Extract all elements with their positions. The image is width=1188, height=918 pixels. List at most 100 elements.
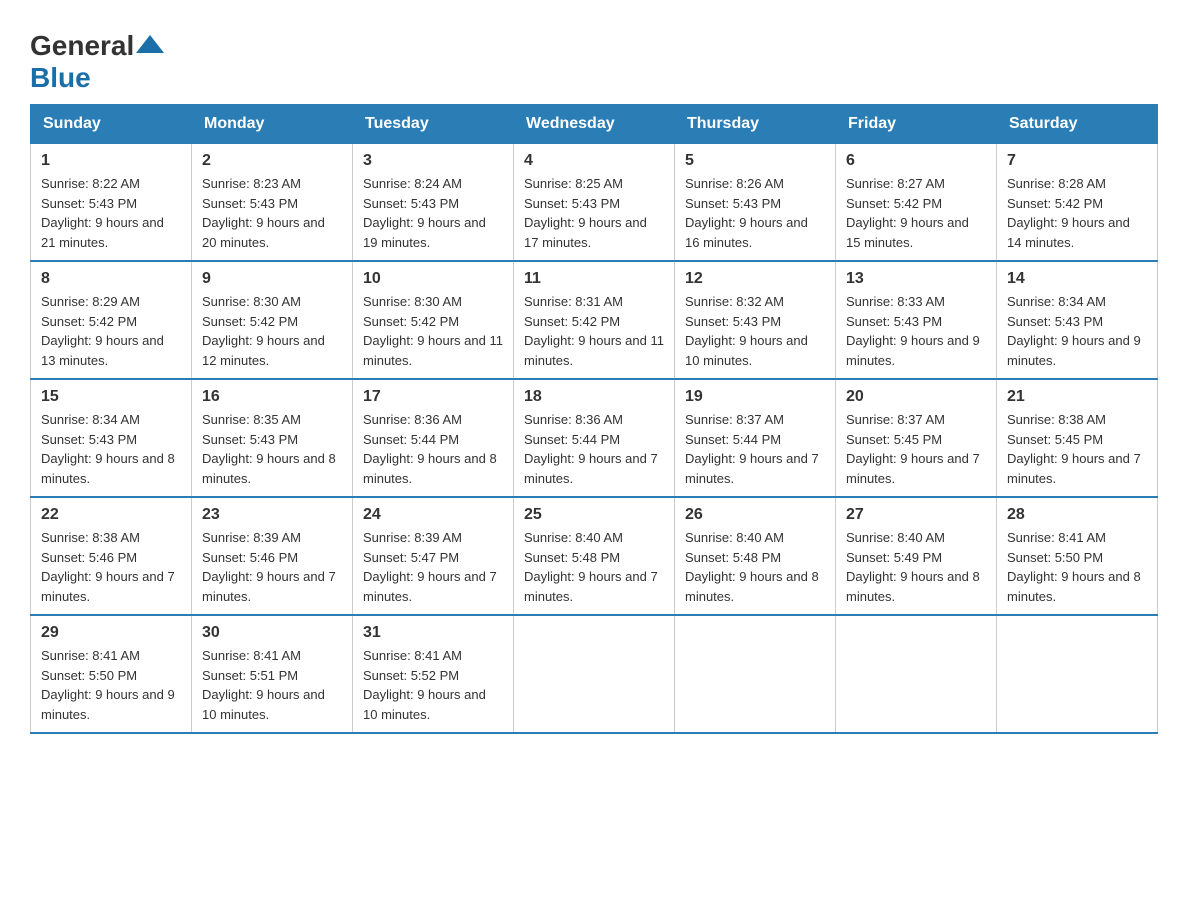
day-number: 10 [363,270,503,288]
weekday-header-wednesday: Wednesday [514,105,675,144]
calendar-cell: 7 Sunrise: 8:28 AMSunset: 5:42 PMDayligh… [997,144,1158,262]
day-number: 28 [1007,506,1147,524]
day-number: 18 [524,388,664,406]
day-info: Sunrise: 8:38 AMSunset: 5:45 PMDaylight:… [1007,412,1141,486]
logo: General [30,30,166,62]
day-number: 12 [685,270,825,288]
day-info: Sunrise: 8:41 AMSunset: 5:52 PMDaylight:… [363,648,486,722]
day-number: 11 [524,270,664,288]
day-info: Sunrise: 8:40 AMSunset: 5:48 PMDaylight:… [524,530,658,604]
day-number: 5 [685,152,825,170]
day-number: 9 [202,270,342,288]
day-info: Sunrise: 8:39 AMSunset: 5:47 PMDaylight:… [363,530,497,604]
calendar-cell: 6 Sunrise: 8:27 AMSunset: 5:42 PMDayligh… [836,144,997,262]
calendar-cell: 12 Sunrise: 8:32 AMSunset: 5:43 PMDaylig… [675,261,836,379]
calendar-week-row: 1 Sunrise: 8:22 AMSunset: 5:43 PMDayligh… [31,144,1158,262]
calendar-cell: 8 Sunrise: 8:29 AMSunset: 5:42 PMDayligh… [31,261,192,379]
calendar-cell [836,615,997,733]
weekday-header-row: SundayMondayTuesdayWednesdayThursdayFrid… [31,105,1158,144]
day-info: Sunrise: 8:28 AMSunset: 5:42 PMDaylight:… [1007,176,1130,250]
calendar-cell [514,615,675,733]
logo-triangle-icon [136,35,164,53]
weekday-header-thursday: Thursday [675,105,836,144]
day-info: Sunrise: 8:38 AMSunset: 5:46 PMDaylight:… [41,530,175,604]
day-info: Sunrise: 8:29 AMSunset: 5:42 PMDaylight:… [41,294,164,368]
calendar-cell: 30 Sunrise: 8:41 AMSunset: 5:51 PMDaylig… [192,615,353,733]
day-number: 19 [685,388,825,406]
calendar-cell: 3 Sunrise: 8:24 AMSunset: 5:43 PMDayligh… [353,144,514,262]
calendar-cell: 22 Sunrise: 8:38 AMSunset: 5:46 PMDaylig… [31,497,192,615]
day-info: Sunrise: 8:24 AMSunset: 5:43 PMDaylight:… [363,176,486,250]
day-info: Sunrise: 8:30 AMSunset: 5:42 PMDaylight:… [363,294,503,368]
day-info: Sunrise: 8:41 AMSunset: 5:50 PMDaylight:… [41,648,175,722]
day-number: 13 [846,270,986,288]
day-info: Sunrise: 8:41 AMSunset: 5:50 PMDaylight:… [1007,530,1141,604]
weekday-header-tuesday: Tuesday [353,105,514,144]
day-info: Sunrise: 8:33 AMSunset: 5:43 PMDaylight:… [846,294,980,368]
day-info: Sunrise: 8:32 AMSunset: 5:43 PMDaylight:… [685,294,808,368]
day-number: 7 [1007,152,1147,170]
calendar-cell: 29 Sunrise: 8:41 AMSunset: 5:50 PMDaylig… [31,615,192,733]
day-number: 3 [363,152,503,170]
calendar-cell: 14 Sunrise: 8:34 AMSunset: 5:43 PMDaylig… [997,261,1158,379]
calendar-cell: 28 Sunrise: 8:41 AMSunset: 5:50 PMDaylig… [997,497,1158,615]
calendar-cell: 24 Sunrise: 8:39 AMSunset: 5:47 PMDaylig… [353,497,514,615]
day-number: 21 [1007,388,1147,406]
calendar-table: SundayMondayTuesdayWednesdayThursdayFrid… [30,104,1158,734]
day-number: 23 [202,506,342,524]
day-number: 14 [1007,270,1147,288]
day-info: Sunrise: 8:22 AMSunset: 5:43 PMDaylight:… [41,176,164,250]
calendar-cell: 27 Sunrise: 8:40 AMSunset: 5:49 PMDaylig… [836,497,997,615]
day-info: Sunrise: 8:37 AMSunset: 5:44 PMDaylight:… [685,412,819,486]
calendar-cell: 17 Sunrise: 8:36 AMSunset: 5:44 PMDaylig… [353,379,514,497]
day-number: 20 [846,388,986,406]
calendar-cell [997,615,1158,733]
weekday-header-saturday: Saturday [997,105,1158,144]
day-number: 2 [202,152,342,170]
calendar-cell: 23 Sunrise: 8:39 AMSunset: 5:46 PMDaylig… [192,497,353,615]
day-number: 8 [41,270,181,288]
day-info: Sunrise: 8:35 AMSunset: 5:43 PMDaylight:… [202,412,336,486]
weekday-header-sunday: Sunday [31,105,192,144]
calendar-cell: 16 Sunrise: 8:35 AMSunset: 5:43 PMDaylig… [192,379,353,497]
day-info: Sunrise: 8:27 AMSunset: 5:42 PMDaylight:… [846,176,969,250]
day-number: 22 [41,506,181,524]
calendar-cell: 2 Sunrise: 8:23 AMSunset: 5:43 PMDayligh… [192,144,353,262]
calendar-cell: 11 Sunrise: 8:31 AMSunset: 5:42 PMDaylig… [514,261,675,379]
day-info: Sunrise: 8:30 AMSunset: 5:42 PMDaylight:… [202,294,325,368]
day-info: Sunrise: 8:36 AMSunset: 5:44 PMDaylight:… [524,412,658,486]
calendar-week-row: 22 Sunrise: 8:38 AMSunset: 5:46 PMDaylig… [31,497,1158,615]
day-info: Sunrise: 8:26 AMSunset: 5:43 PMDaylight:… [685,176,808,250]
calendar-cell: 10 Sunrise: 8:30 AMSunset: 5:42 PMDaylig… [353,261,514,379]
day-info: Sunrise: 8:37 AMSunset: 5:45 PMDaylight:… [846,412,980,486]
calendar-cell: 21 Sunrise: 8:38 AMSunset: 5:45 PMDaylig… [997,379,1158,497]
calendar-cell: 1 Sunrise: 8:22 AMSunset: 5:43 PMDayligh… [31,144,192,262]
day-number: 17 [363,388,503,406]
day-info: Sunrise: 8:23 AMSunset: 5:43 PMDaylight:… [202,176,325,250]
day-number: 16 [202,388,342,406]
day-info: Sunrise: 8:39 AMSunset: 5:46 PMDaylight:… [202,530,336,604]
day-info: Sunrise: 8:41 AMSunset: 5:51 PMDaylight:… [202,648,325,722]
calendar-week-row: 29 Sunrise: 8:41 AMSunset: 5:50 PMDaylig… [31,615,1158,733]
day-info: Sunrise: 8:31 AMSunset: 5:42 PMDaylight:… [524,294,664,368]
day-number: 30 [202,624,342,642]
calendar-cell: 31 Sunrise: 8:41 AMSunset: 5:52 PMDaylig… [353,615,514,733]
calendar-cell: 9 Sunrise: 8:30 AMSunset: 5:42 PMDayligh… [192,261,353,379]
calendar-week-row: 15 Sunrise: 8:34 AMSunset: 5:43 PMDaylig… [31,379,1158,497]
day-number: 15 [41,388,181,406]
calendar-cell: 4 Sunrise: 8:25 AMSunset: 5:43 PMDayligh… [514,144,675,262]
day-number: 4 [524,152,664,170]
calendar-week-row: 8 Sunrise: 8:29 AMSunset: 5:42 PMDayligh… [31,261,1158,379]
day-number: 6 [846,152,986,170]
weekday-header-friday: Friday [836,105,997,144]
calendar-cell: 15 Sunrise: 8:34 AMSunset: 5:43 PMDaylig… [31,379,192,497]
calendar-cell: 25 Sunrise: 8:40 AMSunset: 5:48 PMDaylig… [514,497,675,615]
weekday-header-monday: Monday [192,105,353,144]
day-number: 26 [685,506,825,524]
logo-blue-text: Blue [30,62,91,93]
calendar-cell: 13 Sunrise: 8:33 AMSunset: 5:43 PMDaylig… [836,261,997,379]
day-number: 1 [41,152,181,170]
logo-area: General Blue [30,30,166,94]
day-info: Sunrise: 8:40 AMSunset: 5:49 PMDaylight:… [846,530,980,604]
day-number: 29 [41,624,181,642]
